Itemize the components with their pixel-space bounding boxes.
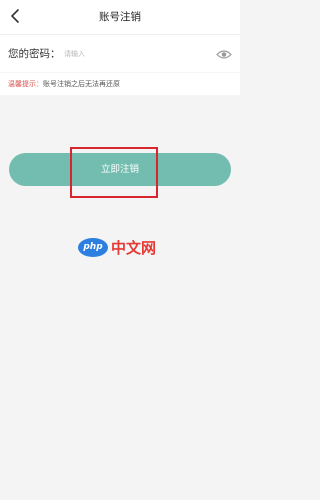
- chevron-left-icon: [11, 9, 19, 23]
- tip-row: 温馨提示：账号注销之后无法再还原: [0, 73, 240, 95]
- show-password-toggle[interactable]: [216, 47, 232, 61]
- deactivate-button-label: 立即注销: [100, 164, 139, 175]
- password-label: 您的密码：: [8, 48, 61, 60]
- watermark: php 中文网: [78, 234, 156, 260]
- tip-text: 账号注销之后无法再还原: [43, 80, 120, 88]
- warm-tip: 温馨提示：账号注销之后无法再还原: [8, 73, 120, 95]
- nav-bar: 账号注销: [0, 0, 240, 34]
- password-row: 您的密码：: [0, 34, 240, 72]
- tip-label: 温馨提示：: [8, 80, 43, 88]
- watermark-text: 中文网: [111, 238, 157, 257]
- deactivate-now-button[interactable]: 立即注销: [9, 153, 231, 186]
- page-title: 账号注销: [99, 11, 141, 23]
- password-input[interactable]: [64, 47, 204, 61]
- php-logo: php: [78, 237, 108, 257]
- eye-icon: [216, 49, 232, 59]
- back-button[interactable]: [6, 7, 24, 25]
